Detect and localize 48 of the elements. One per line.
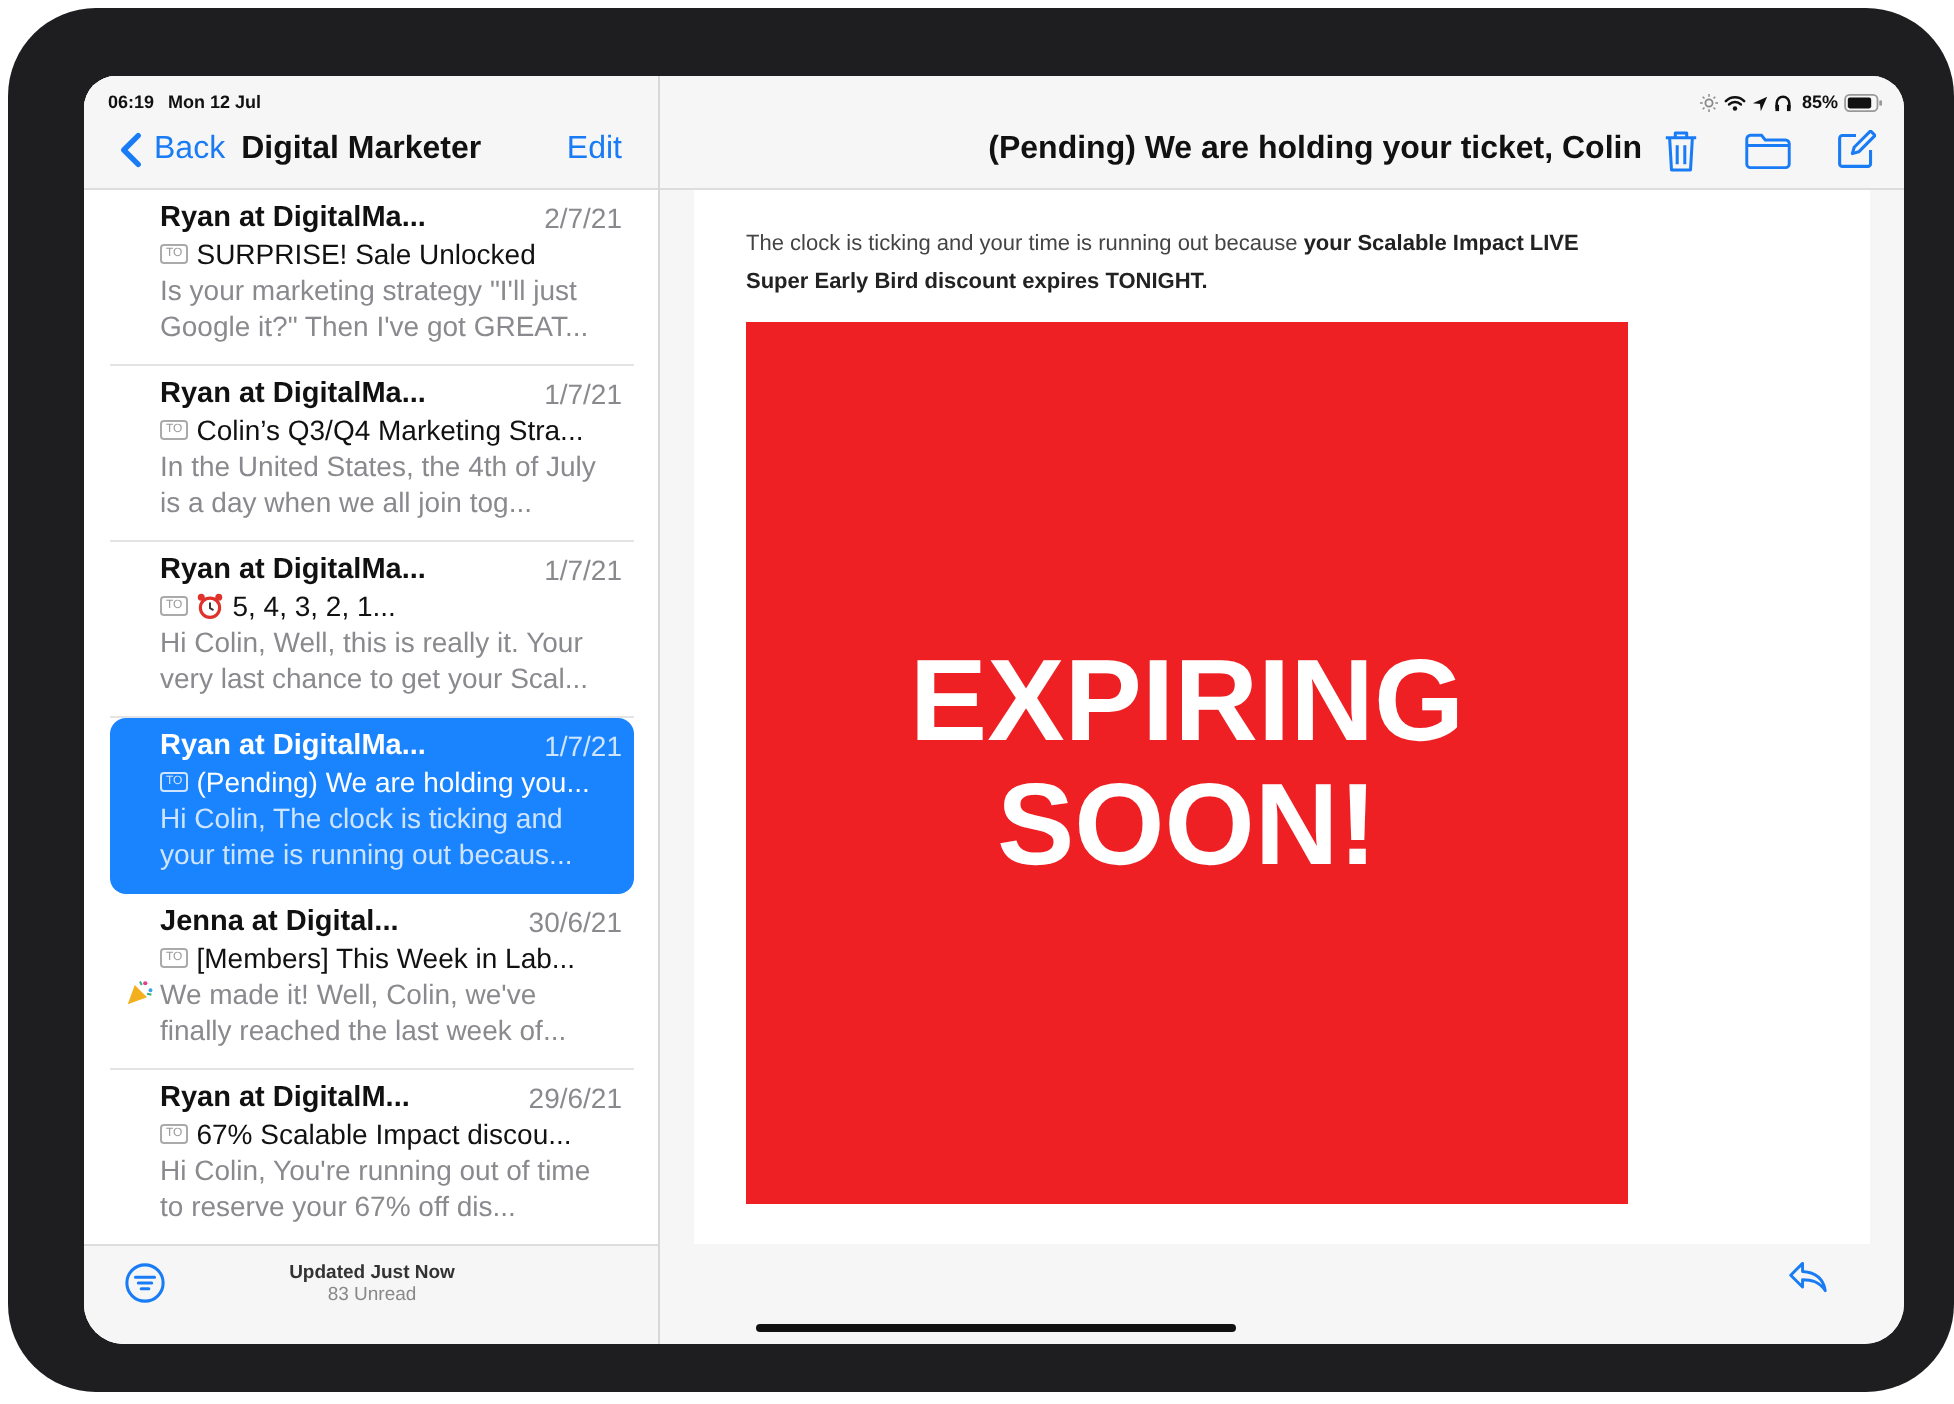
filter-icon[interactable]: [124, 1262, 166, 1304]
chevron-left-icon: [120, 132, 142, 168]
message-date: 1/7/21: [544, 728, 622, 764]
message-preview: Hi Colin, Well, this is really it. Your very last chance to get your Scal...: [160, 626, 588, 694]
alarm-clock-icon: [196, 592, 225, 620]
edit-button[interactable]: Edit: [566, 132, 622, 168]
reply-icon[interactable]: [1788, 1260, 1828, 1294]
message-preview: Is your marketing strategy "I'll just Google it?" Then I've got GREAT...: [160, 274, 589, 342]
message-date: 1/7/21: [544, 376, 622, 412]
sender-name: Ryan at DigitalMa...: [160, 200, 426, 236]
status-time: 06:19: [108, 92, 155, 112]
message-preview: Hi Colin, The clock is ticking and your time is running out becaus...: [160, 802, 573, 870]
status-date: Mon 12 Jul: [168, 92, 262, 112]
brightness-icon: [1699, 94, 1718, 112]
headphones-icon: [1773, 94, 1792, 112]
location-arrow-icon: [1751, 96, 1768, 112]
wifi-icon: [1723, 94, 1746, 112]
message-title: (Pending) We are holding your ticket, Colin: [988, 132, 1642, 168]
party-popper-icon: [126, 978, 154, 1006]
message-date: 29/6/21: [528, 1080, 622, 1116]
sender-name: Ryan at DigitalMa...: [160, 376, 426, 412]
message-preview: Hi Colin, You're running out of time to reserve your 67% off dis...: [160, 1154, 591, 1222]
sender-name: Ryan at DigitalMa...: [160, 552, 426, 588]
message-date: 2/7/21: [544, 200, 622, 236]
update-status: Updated Just Now: [289, 1262, 455, 1284]
message-preview: We made it! Well, Colin, we've finally reached the last week of...: [160, 978, 567, 1046]
battery-percentage: 85%: [1801, 92, 1838, 112]
mailbox-title: Digital Marketer: [241, 132, 484, 168]
sender-name: Ryan at DigitalM...: [160, 1080, 410, 1116]
folder-icon[interactable]: [1744, 131, 1792, 169]
message-subject: [Members] This Week in Lab...: [196, 940, 576, 976]
message-date: 30/6/21: [528, 904, 622, 940]
message-subject: Colin’s Q3/Q4 Marketing Stra...: [196, 412, 584, 448]
trash-icon[interactable]: [1662, 127, 1700, 173]
message-date: 1/7/21: [544, 552, 622, 588]
unread-count: 83 Unread: [327, 1284, 417, 1306]
back-button[interactable]: Back: [120, 132, 226, 168]
message-subject: 67% Scalable Impact discou...: [196, 1116, 572, 1152]
message-subject: SURPRISE! Sale Unlocked: [196, 236, 536, 272]
message-subject: 5, 4, 3, 2, 1...: [232, 588, 396, 624]
compose-icon[interactable]: [1836, 130, 1876, 170]
message-subject: (Pending) We are holding you...: [196, 764, 590, 800]
message-preview: In the United States, the 4th of July is a day when we all join tog...: [160, 450, 596, 518]
banner-text: EXPIRING SOON!: [907, 639, 1467, 887]
sender-name: Ryan at DigitalMa...: [160, 728, 426, 764]
sender-name: Jenna at Digital...: [160, 904, 399, 940]
email-intro-text: The clock is ticking and your time is running out because your Scalable Impact LIVE Super Early Bird discount expires TONIGHT.: [746, 230, 1581, 298]
battery-icon: [1844, 94, 1884, 112]
